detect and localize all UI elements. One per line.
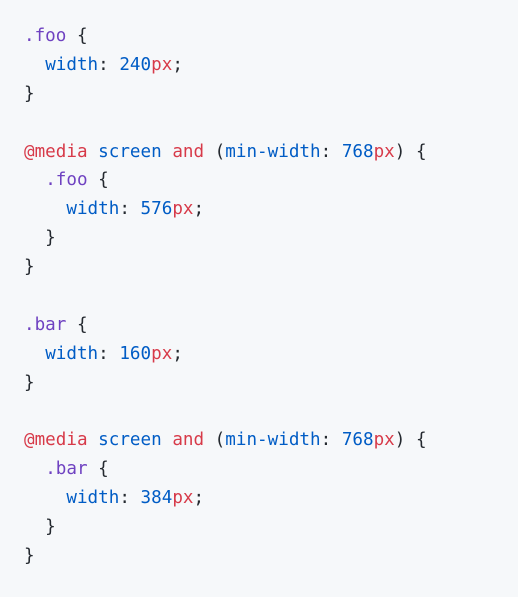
css-keyword: and (172, 141, 205, 162)
code-block: .foo { width: 240px;} @media screen and … (0, 0, 518, 597)
css-punctuation: } (24, 228, 56, 249)
css-selector: .bar (24, 314, 67, 335)
css-unit: px (172, 199, 194, 220)
css-punctuation: ) { (394, 141, 427, 162)
css-number: 384 (140, 488, 173, 509)
css-punctuation: : (98, 343, 120, 364)
css-unit: px (151, 54, 173, 75)
code-line: .foo { (24, 166, 427, 195)
code-line: } (24, 542, 427, 571)
code-line: } (24, 224, 427, 253)
css-at-rule: @media (24, 430, 88, 451)
css-punctuation: } (24, 257, 35, 278)
code-line: @media screen and (min-width: 768px) { (24, 426, 427, 455)
css-property: width (66, 199, 120, 220)
css-punctuation: { (87, 170, 109, 191)
css-punctuation: } (24, 372, 35, 393)
code-line: } (24, 513, 427, 542)
css-punctuation (88, 430, 99, 450)
css-punctuation: { (66, 314, 88, 335)
css-at-rule: @media (24, 141, 88, 162)
css-punctuation: } (24, 517, 56, 538)
code-line: width: 384px; (24, 484, 427, 513)
css-punctuation: ( (204, 141, 226, 162)
css-punctuation: { (87, 459, 109, 480)
css-media-feature: min-width (225, 430, 321, 451)
css-punctuation (24, 199, 66, 219)
css-number: 768 (341, 141, 374, 162)
css-punctuation (24, 344, 45, 364)
css-keyword: and (172, 430, 205, 451)
css-number: 160 (119, 343, 152, 364)
css-number: 576 (140, 199, 173, 220)
css-punctuation: } (24, 83, 35, 104)
code-content: .foo { width: 240px;} @media screen and … (24, 22, 427, 571)
css-unit: px (172, 488, 194, 509)
css-punctuation: ) { (394, 430, 427, 451)
css-number: 768 (341, 430, 374, 451)
code-line: } (24, 369, 427, 398)
css-punctuation (24, 459, 45, 479)
css-selector: .foo (45, 170, 88, 191)
css-punctuation: ; (193, 199, 205, 220)
code-line: @media screen and (min-width: 768px) { (24, 138, 427, 167)
css-selector: .bar (45, 459, 88, 480)
css-punctuation: ; (172, 54, 183, 75)
css-punctuation: { (66, 26, 88, 46)
css-punctuation (162, 142, 173, 162)
css-selector: .foo (24, 26, 67, 46)
css-unit: px (373, 141, 395, 162)
css-punctuation: ( (204, 430, 226, 451)
code-line: } (24, 80, 427, 109)
css-punctuation: : (320, 430, 342, 451)
css-punctuation (24, 488, 66, 508)
css-property: width (45, 343, 99, 364)
css-punctuation: : (119, 199, 141, 220)
code-line: .bar { (24, 455, 427, 484)
css-media-feature: min-width (225, 141, 321, 162)
css-property: width (66, 488, 120, 509)
code-line: width: 160px; (24, 340, 427, 369)
css-unit: px (151, 343, 173, 364)
css-media-feature: screen (98, 141, 162, 162)
css-punctuation (88, 142, 99, 162)
css-property: width (45, 54, 99, 75)
css-punctuation: : (320, 141, 342, 162)
css-media-feature: screen (98, 430, 162, 451)
code-line: .bar { (24, 311, 427, 340)
code-line: width: 240px; (24, 51, 427, 80)
css-unit: px (373, 430, 395, 451)
css-punctuation (24, 55, 45, 75)
code-line: .foo { (24, 22, 427, 51)
css-punctuation: : (119, 488, 141, 509)
css-number: 240 (119, 54, 152, 75)
code-line: } (24, 253, 427, 282)
css-punctuation: ; (193, 488, 205, 509)
code-line: width: 576px; (24, 195, 427, 224)
css-punctuation: } (24, 546, 35, 567)
css-punctuation (162, 430, 173, 450)
css-punctuation: : (98, 54, 120, 75)
css-punctuation (24, 170, 45, 190)
css-punctuation: ; (172, 343, 183, 364)
